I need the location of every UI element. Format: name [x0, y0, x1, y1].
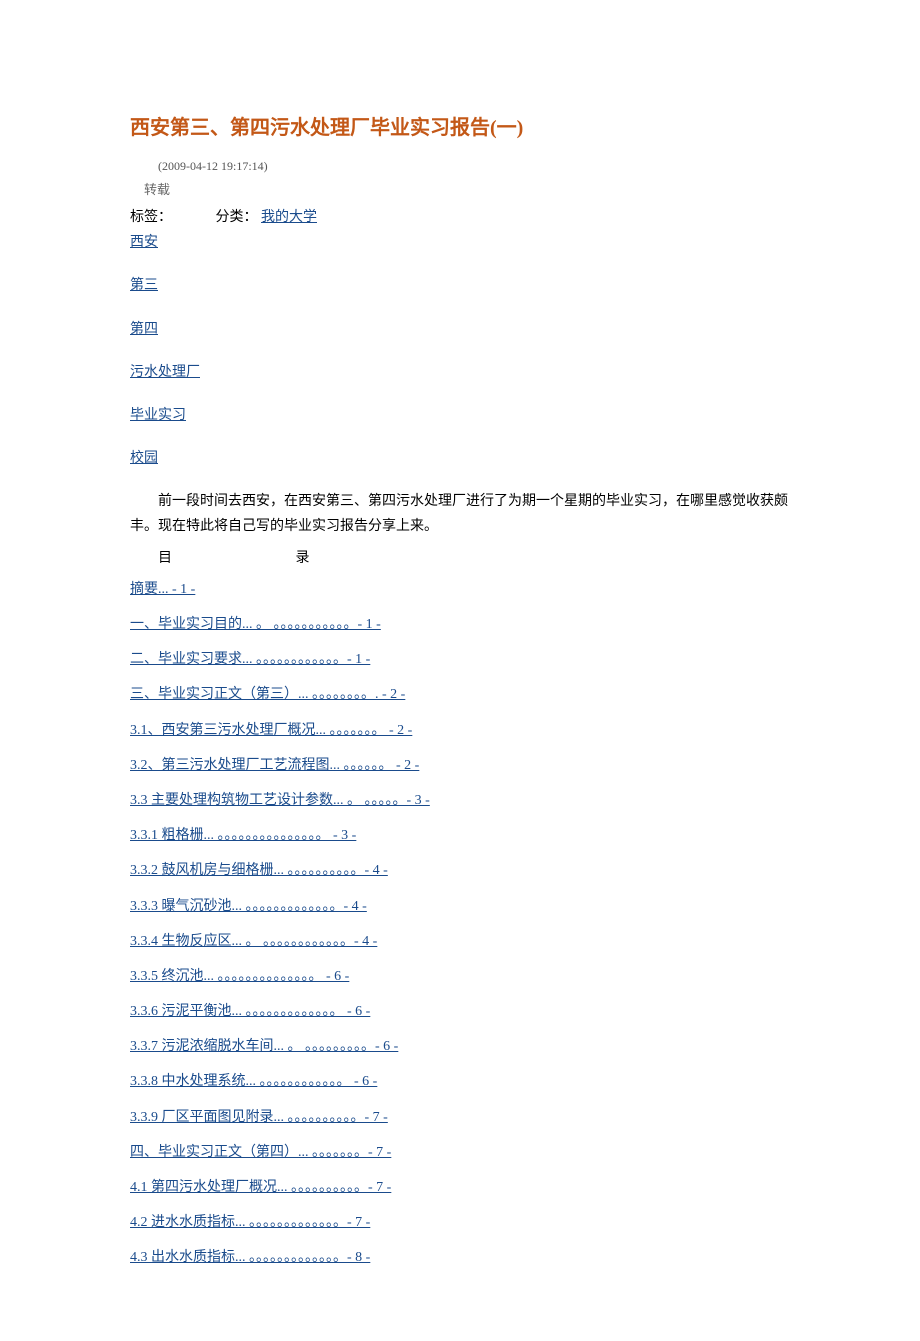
document-title: 西安第三、第四污水处理厂毕业实习报告(一): [130, 110, 790, 146]
toc-item[interactable]: 4.2 进水水质指标... 。。。。。。。。。。。。。- 7 -: [130, 1210, 790, 1235]
tags-label: 标签：: [130, 210, 172, 225]
toc-item[interactable]: 3.3.4 生物反应区... 。 。。。。。。。。。。。。- 4 -: [130, 929, 790, 954]
toc-item[interactable]: 3.3.5 终沉池... 。。。。。。。。。。。。。。 - 6 -: [130, 964, 790, 989]
tag-link[interactable]: 校园: [130, 446, 790, 471]
toc-heading-char-2: 录: [296, 551, 310, 566]
tag-link[interactable]: 毕业实习: [130, 403, 790, 428]
category-link[interactable]: 我的大学: [261, 210, 317, 225]
toc-heading-char-1: 目: [158, 551, 172, 566]
intro-paragraph: 前一段时间去西安，在西安第三、第四污水处理厂进行了为期一个星期的毕业实习，在哪里…: [130, 489, 790, 539]
toc-item[interactable]: 一、毕业实习目的... 。 。。。。。。。。。。。- 1 -: [130, 612, 790, 637]
tag-link[interactable]: 污水处理厂: [130, 360, 790, 385]
toc-item[interactable]: 3.3.2 鼓风机房与细格栅... 。。。。。。。。。。- 4 -: [130, 858, 790, 883]
toc-item[interactable]: 三、毕业实习正文（第三）... 。。。。。。。。. - 2 -: [130, 682, 790, 707]
toc-item[interactable]: 二、毕业实习要求... 。。。。。。。。。。。。- 1 -: [130, 647, 790, 672]
toc-item[interactable]: 4.1 第四污水处理厂概况... 。。。。。。。。。。- 7 -: [130, 1175, 790, 1200]
toc-item[interactable]: 四、毕业实习正文（第四）... 。。。。。。。- 7 -: [130, 1140, 790, 1165]
timestamp: (2009-04-12 19:17:14): [130, 156, 790, 178]
tag-link[interactable]: 第三: [130, 273, 790, 298]
toc-item[interactable]: 3.3.7 污泥浓缩脱水车间... 。 。。。。。。。。。- 6 -: [130, 1034, 790, 1059]
toc-heading: 目 录: [130, 546, 790, 571]
toc-item[interactable]: 3.3.1 粗格栅... 。。。。。。。。。。。。。。。 - 3 -: [130, 823, 790, 848]
toc-item[interactable]: 3.3.9 厂区平面图见附录... 。。。。。。。。。。- 7 -: [130, 1105, 790, 1130]
toc-item[interactable]: 3.3.8 中水处理系统... 。。。。。。。。。。。。 - 6 -: [130, 1069, 790, 1094]
repost-label: 转载: [130, 178, 790, 201]
toc-item[interactable]: 摘要... - 1 -: [130, 577, 790, 602]
tag-link[interactable]: 第四: [130, 317, 790, 342]
toc-item[interactable]: 3.1、西安第三污水处理厂概况... 。。。。。。。 - 2 -: [130, 718, 790, 743]
toc-item[interactable]: 3.3.6 污泥平衡池... 。。。。。。。。。。。。。 - 6 -: [130, 999, 790, 1024]
toc-item[interactable]: 3.3.3 曝气沉砂池... 。。。。。。。。。。。。。- 4 -: [130, 894, 790, 919]
toc-item[interactable]: 3.2、第三污水处理厂工艺流程图... 。。。。。。 - 2 -: [130, 753, 790, 778]
toc-item[interactable]: 4.3 出水水质指标... 。。。。。。。。。。。。。- 8 -: [130, 1245, 790, 1270]
meta-row: 标签： 分类： 我的大学: [130, 205, 790, 230]
toc-item[interactable]: 3.3 主要处理构筑物工艺设计参数... 。 。。。。。- 3 -: [130, 788, 790, 813]
category-label: 分类：: [216, 210, 258, 225]
tag-link[interactable]: 西安: [130, 230, 790, 255]
